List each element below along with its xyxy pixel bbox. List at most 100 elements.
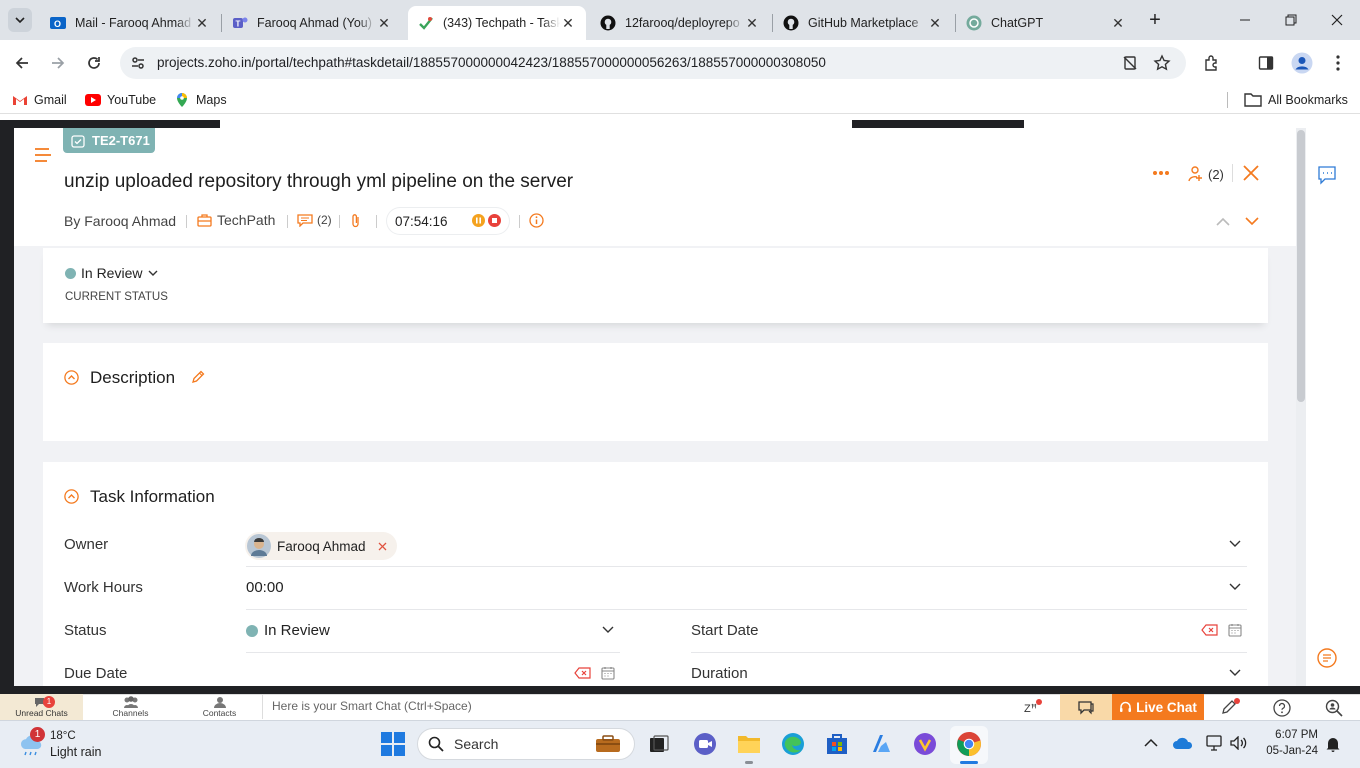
close-icon[interactable]: ✕	[194, 15, 210, 32]
meta-divider	[519, 215, 520, 228]
status-dropdown[interactable]: In Review	[65, 265, 158, 281]
video-call-icon	[694, 733, 716, 755]
info-icon[interactable]	[529, 213, 544, 228]
close-window-button[interactable]	[1314, 0, 1360, 40]
no-tracking-icon[interactable]	[1116, 49, 1144, 77]
maps-icon	[174, 92, 190, 108]
url-text[interactable]: projects.zoho.in/portal/techpath#taskdet…	[157, 55, 826, 70]
clear-due-date-icon[interactable]	[574, 667, 591, 679]
owner-dropdown-icon[interactable]	[1229, 540, 1241, 548]
contacts-button[interactable]: Contacts	[177, 694, 262, 720]
bookmark-youtube[interactable]: YouTube	[85, 91, 156, 109]
task-title[interactable]: unzip uploaded repository through yml pi…	[64, 171, 573, 193]
edit-description-icon[interactable]	[191, 370, 205, 384]
status-field[interactable]: In Review	[246, 622, 330, 639]
current-status-label: CURRENT STATUS	[65, 291, 168, 303]
back-button[interactable]	[8, 49, 36, 77]
duration-dropdown-icon[interactable]	[1229, 669, 1241, 677]
show-hidden-icons[interactable]	[1144, 738, 1158, 748]
start-button[interactable]	[378, 729, 408, 759]
attachment-icon[interactable]	[350, 213, 362, 229]
chrome-button[interactable]	[954, 729, 984, 759]
stop-timer-button[interactable]	[488, 214, 501, 227]
tab-techpath[interactable]: (343) Techpath - Task details ✕	[408, 6, 586, 40]
tab-github-marketplace[interactable]: GitHub Marketplace ✕	[773, 6, 953, 40]
restore-button[interactable]	[1268, 0, 1314, 40]
tab-github-repo[interactable]: 12farooq/deployrepo ✕	[590, 6, 770, 40]
close-icon[interactable]: ✕	[376, 15, 392, 32]
notification-bell-icon[interactable]	[1325, 736, 1341, 752]
pause-timer-button[interactable]	[472, 214, 485, 227]
side-panel-icon[interactable]	[1252, 49, 1280, 77]
close-icon[interactable]: ✕	[560, 15, 576, 32]
status-dropdown-icon[interactable]	[602, 626, 614, 634]
tab-teams[interactable]: T Farooq Ahmad (You) | Microsoft Teams ✕	[222, 6, 402, 40]
app-button[interactable]	[866, 729, 896, 759]
live-chat-button[interactable]: Live Chat	[1112, 694, 1204, 720]
new-tab-button[interactable]: +	[1144, 9, 1166, 31]
clock-date[interactable]: 05-Jan-24	[1258, 745, 1318, 757]
edge-button[interactable]	[778, 729, 808, 759]
vpn-app-button[interactable]	[910, 729, 940, 759]
page-top-strip	[220, 120, 852, 128]
collapse-task-info-icon[interactable]	[64, 489, 79, 504]
youtube-icon	[85, 94, 101, 106]
bookmark-maps[interactable]: Maps	[174, 91, 227, 109]
menu-kebab-icon[interactable]	[1324, 49, 1352, 77]
work-hours-value[interactable]: 00:00	[246, 579, 284, 596]
network-icon[interactable]	[1206, 735, 1224, 751]
teams-meet-button[interactable]	[690, 729, 720, 759]
help-icon[interactable]	[1273, 699, 1291, 717]
reload-icon	[88, 57, 100, 69]
task-view-button[interactable]	[644, 729, 674, 759]
feedback-chat-icon[interactable]	[1317, 165, 1337, 185]
forward-button[interactable]	[44, 49, 72, 77]
launch-icon[interactable]	[1220, 698, 1242, 716]
due-date-calendar-icon[interactable]	[601, 666, 615, 680]
comments-button[interactable]: (2)	[297, 213, 332, 227]
collapse-description-icon[interactable]	[64, 370, 79, 385]
activity-stream-icon[interactable]	[1317, 648, 1337, 668]
extensions-icon[interactable]	[1198, 49, 1226, 77]
profile-avatar-icon[interactable]	[1288, 49, 1316, 77]
followers-button[interactable]: (2)	[1186, 165, 1224, 183]
all-bookmarks[interactable]: All Bookmarks	[1244, 91, 1348, 109]
close-icon[interactable]: ✕	[927, 15, 943, 32]
bookmark-label: Maps	[196, 93, 227, 107]
onedrive-icon[interactable]	[1172, 736, 1194, 750]
close-task-button[interactable]	[1243, 165, 1259, 181]
start-date-calendar-icon[interactable]	[1228, 623, 1242, 637]
more-options-icon[interactable]	[1152, 170, 1170, 178]
reload-button[interactable]	[80, 49, 108, 77]
previous-task-icon[interactable]	[1216, 217, 1230, 226]
tab-chatgpt[interactable]: ChatGPT ✕	[956, 6, 1136, 40]
bookmark-gmail[interactable]: Gmail	[12, 91, 67, 109]
minimize-button[interactable]	[1222, 0, 1268, 40]
project-link[interactable]: TechPath	[197, 212, 275, 228]
owner-chip[interactable]: Farooq Ahmad	[245, 532, 397, 560]
work-hours-dropdown-icon[interactable]	[1229, 583, 1241, 591]
github-icon	[783, 15, 799, 31]
store-button[interactable]	[822, 729, 852, 759]
site-settings-icon[interactable]	[124, 49, 152, 77]
translate-icon[interactable]: Zꟸ	[1023, 699, 1043, 715]
tab-outlook[interactable]: O Mail - Farooq Ahmad - Outlook ✕	[40, 6, 220, 40]
file-explorer-button[interactable]	[734, 729, 764, 759]
unread-chats-button[interactable]: Unread Chats	[0, 694, 83, 720]
tab-search-button[interactable]	[8, 8, 32, 32]
volume-icon[interactable]	[1230, 736, 1248, 750]
task-id-badge[interactable]: TE2-T671	[63, 128, 155, 153]
bookmark-star-icon[interactable]	[1148, 49, 1176, 77]
clock-time[interactable]: 6:07 PM	[1262, 729, 1318, 741]
scrollbar-thumb[interactable]	[1297, 130, 1305, 402]
next-task-icon[interactable]	[1245, 217, 1259, 226]
close-icon[interactable]: ✕	[744, 15, 760, 32]
remove-owner-icon[interactable]	[378, 542, 387, 551]
channels-button[interactable]: Channels	[88, 694, 173, 720]
close-icon[interactable]: ✕	[1110, 15, 1126, 32]
support-chat-cell[interactable]	[1060, 694, 1112, 720]
clear-start-date-icon[interactable]	[1201, 624, 1218, 636]
smart-chat-input[interactable]: Here is your Smart Chat (Ctrl+Space)	[262, 695, 1010, 719]
hamburger-menu-icon[interactable]	[34, 148, 52, 162]
search-people-icon[interactable]	[1325, 699, 1343, 717]
